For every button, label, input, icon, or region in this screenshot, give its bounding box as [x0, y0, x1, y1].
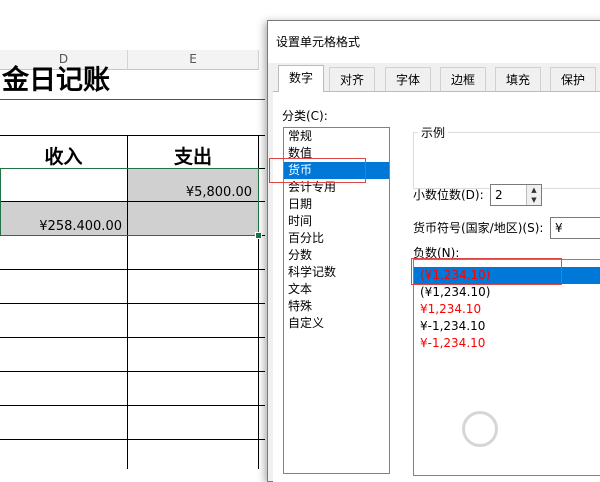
tab-font[interactable]: 字体 [385, 67, 431, 91]
category-item[interactable]: 日期 [284, 196, 389, 213]
dialog-title: 设置单元格格式 [276, 29, 596, 55]
tab-border[interactable]: 边框 [440, 67, 486, 91]
currency-symbol-value: ¥ [555, 221, 563, 235]
fill-handle[interactable] [255, 232, 262, 239]
sample-label: 示例 [418, 125, 449, 141]
category-item[interactable]: 分数 [284, 247, 389, 264]
tab-alignment[interactable]: 对齐 [329, 67, 375, 91]
grid-line [0, 439, 265, 440]
grid-line [0, 303, 265, 304]
sheet-title: 金日记账 [2, 65, 110, 96]
negative-option[interactable]: ¥-1,234.10 [414, 318, 600, 335]
currency-symbol-label: 货币符号(国家/地区)(S): [413, 221, 544, 235]
category-item[interactable]: 常规 [284, 128, 389, 145]
grid-line [0, 337, 265, 338]
negative-option[interactable]: (¥1,234.10) [414, 284, 600, 301]
grid-line [0, 405, 265, 406]
highlight-box-negative [411, 258, 562, 285]
stepper-down-icon[interactable]: ▼ [527, 195, 541, 205]
baidu-watermark-logo [462, 398, 600, 458]
category-item[interactable]: 特殊 [284, 298, 389, 315]
category-item[interactable]: 文本 [284, 281, 389, 298]
tab-protection[interactable]: 保护 [550, 67, 596, 91]
category-item[interactable]: 自定义 [284, 315, 389, 332]
decimal-places-value: 2 [495, 188, 503, 202]
currency-symbol-select[interactable]: ¥ [550, 217, 600, 239]
highlight-box-category [269, 158, 366, 183]
grid-line [0, 371, 265, 372]
category-item[interactable]: 科学记数 [284, 264, 389, 281]
tab-number[interactable]: 数字 [278, 65, 324, 92]
selection-range [0, 168, 259, 236]
category-item[interactable]: 百分比 [284, 230, 389, 247]
decimal-places-label: 小数位数(D): [413, 188, 484, 202]
grid-line [0, 269, 265, 270]
grid-line [0, 135, 265, 136]
negative-option[interactable]: ¥-1,234.10 [414, 335, 600, 352]
category-item[interactable]: 时间 [284, 213, 389, 230]
category-label: 分类(C): [282, 109, 328, 123]
tab-fill[interactable]: 填充 [495, 67, 541, 91]
negative-option[interactable]: ¥1,234.10 [414, 301, 600, 318]
column-header-e[interactable]: E [128, 50, 259, 70]
stepper-buttons: ▲ ▼ [526, 185, 541, 205]
decimal-places-stepper[interactable]: 2 ▲ ▼ [490, 184, 542, 206]
